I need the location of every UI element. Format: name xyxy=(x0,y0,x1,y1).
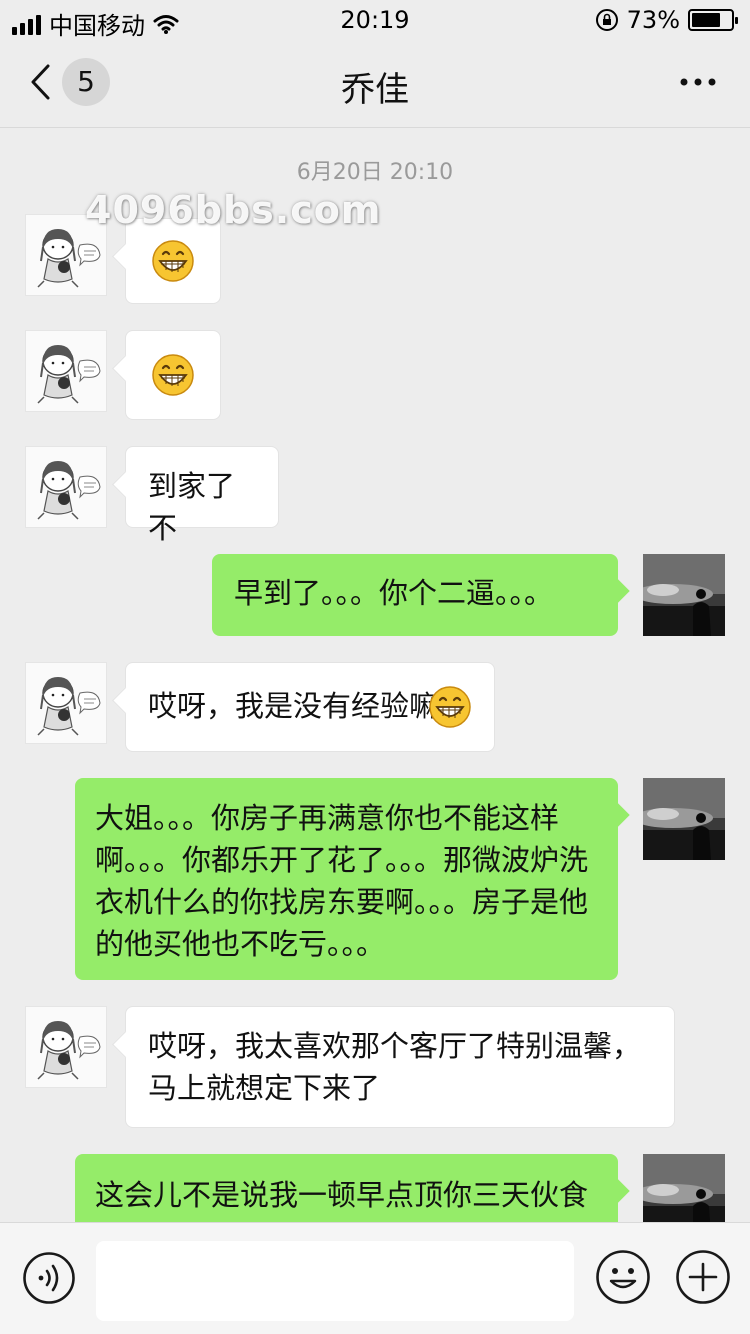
message-text: 早到了。。。你个二逼。。。 xyxy=(234,576,554,610)
page-title: 乔佳 xyxy=(341,70,409,110)
message-bubble-received[interactable]: 到家了不 xyxy=(125,446,279,545)
message-bubble-sent[interactable]: 早到了。。。你个二逼。。。 xyxy=(212,554,618,636)
contact-avatar[interactable] xyxy=(25,662,107,744)
more-button[interactable] xyxy=(674,62,722,102)
grinning-face-icon xyxy=(151,239,195,283)
nav-bar: 5 乔佳 xyxy=(0,40,750,128)
chat-screen: 中国移动 20:19 73% 5 乔佳 6月20日 20:10 到家了不 早到了… xyxy=(0,0,750,1334)
status-right: 73% xyxy=(595,6,738,34)
self-avatar[interactable] xyxy=(643,778,725,860)
message-bubble-received[interactable]: 哎呀，我太喜欢那个客厅了特别温馨，马上就想定下来了 xyxy=(125,1006,675,1128)
battery-fill xyxy=(692,13,720,27)
emoji-button[interactable] xyxy=(595,1249,651,1305)
message-list[interactable]: 6月20日 20:10 到家了不 早到了。。。你个二逼。。。 哎呀，我是没有经验… xyxy=(0,128,750,1222)
rotation-lock-icon xyxy=(595,9,618,31)
smiley-icon xyxy=(596,1250,650,1304)
battery-icon xyxy=(688,9,738,31)
watermark: 4096bbs.com xyxy=(85,188,382,232)
contact-avatar[interactable] xyxy=(25,1006,107,1088)
message-input[interactable] xyxy=(96,1241,574,1321)
status-bar: 中国移动 20:19 73% xyxy=(0,0,750,40)
contact-avatar[interactable] xyxy=(25,330,107,412)
contact-avatar[interactable] xyxy=(25,446,107,528)
voice-button[interactable] xyxy=(22,1251,76,1305)
plus-icon xyxy=(676,1250,730,1304)
message-text: 这会儿不是说我一顿早点顶你三天伙食 xyxy=(95,1178,589,1212)
message-bubble-emoji[interactable] xyxy=(125,330,221,420)
grinning-face-icon xyxy=(428,685,472,729)
self-avatar[interactable] xyxy=(643,1154,725,1222)
message-bubble-received[interactable]: 哎呀，我是没有经验嘛 xyxy=(125,662,495,752)
message-bubble-sent[interactable]: 大姐。。。你房子再满意你也不能这样啊。。。你都乐开了花了。。。那微波炉洗衣机什么… xyxy=(75,778,618,980)
more-dots-icon xyxy=(680,78,716,86)
grinning-face-icon xyxy=(151,353,195,397)
message-bubble-sent[interactable]: 这会儿不是说我一顿早点顶你三天伙食 xyxy=(75,1154,618,1222)
input-bar xyxy=(0,1222,750,1334)
message-timestamp: 6月20日 20:10 xyxy=(296,160,454,185)
battery-percent: 73% xyxy=(626,6,680,34)
message-text: 大姐。。。你房子再满意你也不能这样啊。。。你都乐开了花了。。。那微波炉洗衣机什么… xyxy=(95,801,589,961)
more-actions-button[interactable] xyxy=(675,1249,731,1305)
message-text: 哎呀，我太喜欢那个客厅了特别温馨，马上就想定下来了 xyxy=(148,1029,642,1105)
message-text: 到家了不 xyxy=(148,469,236,545)
message-text: 哎呀，我是没有经验嘛 xyxy=(148,689,439,723)
voice-icon xyxy=(23,1252,75,1304)
self-avatar[interactable] xyxy=(643,554,725,636)
